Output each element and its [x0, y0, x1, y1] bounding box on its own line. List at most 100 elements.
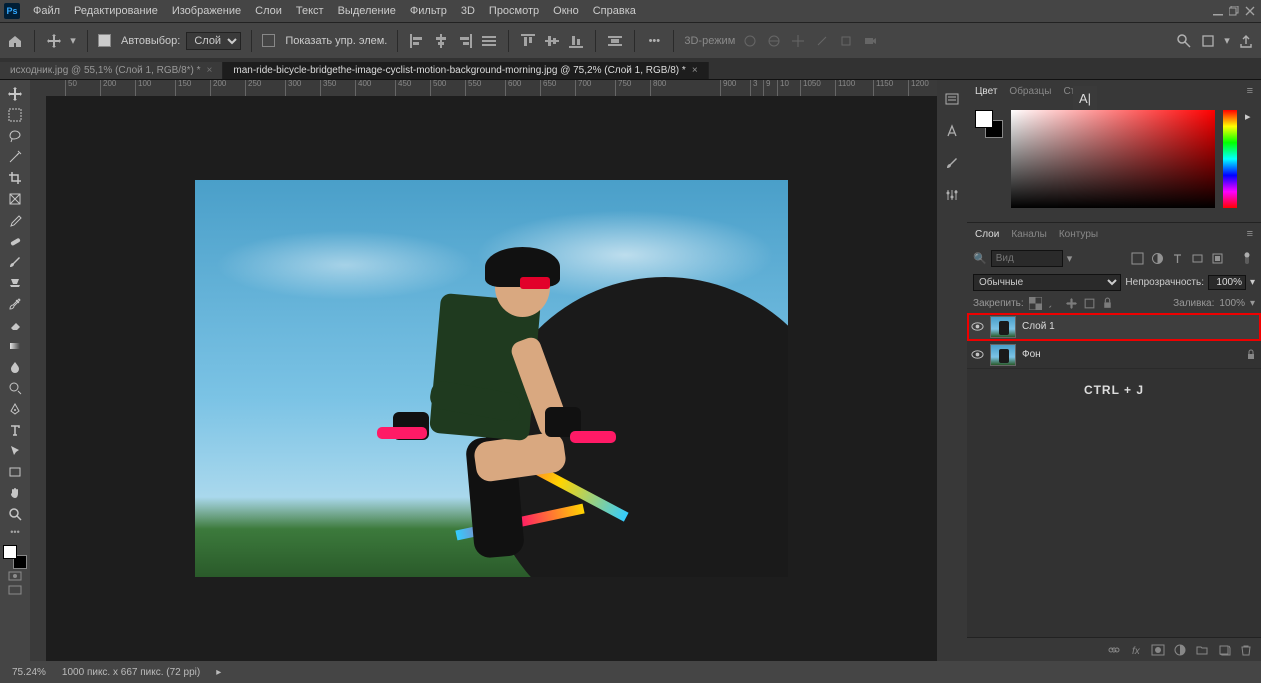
- opacity-value[interactable]: 100%: [1208, 275, 1246, 290]
- healing-brush-tool-icon[interactable]: [2, 231, 28, 251]
- tab-close-icon[interactable]: ×: [692, 65, 698, 76]
- group-icon[interactable]: [1195, 643, 1209, 657]
- color-swatches[interactable]: [3, 545, 27, 569]
- menu-window[interactable]: Окно: [546, 0, 586, 22]
- adjustments-panel-icon[interactable]: [943, 186, 961, 204]
- lock-transparent-icon[interactable]: [1029, 297, 1042, 310]
- hue-slider[interactable]: [1223, 110, 1237, 208]
- lasso-tool-icon[interactable]: [2, 126, 28, 146]
- dodge-tool-icon[interactable]: [2, 378, 28, 398]
- document-tab[interactable]: исходник.jpg @ 55,1% (Слой 1, RGB/8*) * …: [0, 62, 223, 79]
- window-minimize-icon[interactable]: [1209, 6, 1225, 16]
- new-layer-icon[interactable]: [1217, 643, 1231, 657]
- crop-tool-icon[interactable]: [2, 168, 28, 188]
- ruler-horizontal[interactable]: 50 200 100 150 200 250 300 350 400 450 5…: [30, 80, 937, 96]
- opacity-flyout-icon[interactable]: ▾: [1250, 277, 1255, 288]
- align-right-icon[interactable]: [456, 32, 474, 50]
- layer-name[interactable]: Фон: [1022, 349, 1041, 360]
- delete-layer-icon[interactable]: [1239, 643, 1253, 657]
- distribute-icon[interactable]: [606, 32, 624, 50]
- window-close-icon[interactable]: [1241, 6, 1257, 16]
- filter-type-icon[interactable]: [1169, 250, 1185, 266]
- artboard-flyout-icon[interactable]: ▾: [1223, 32, 1231, 50]
- move-tool-icon[interactable]: [45, 32, 63, 50]
- panel-menu-icon[interactable]: ≡: [1247, 85, 1253, 97]
- layer-row[interactable]: Фон: [967, 341, 1261, 369]
- menu-text[interactable]: Текст: [289, 0, 331, 22]
- 3d-scale-icon[interactable]: [837, 32, 855, 50]
- character-panel-icon[interactable]: [943, 122, 961, 140]
- align-vcenter-icon[interactable]: [543, 32, 561, 50]
- align-top-icon[interactable]: [519, 32, 537, 50]
- document-info[interactable]: 1000 пикс. x 667 пикс. (72 ppi): [62, 667, 200, 678]
- filter-shape-icon[interactable]: [1189, 250, 1205, 266]
- clone-stamp-tool-icon[interactable]: [2, 273, 28, 293]
- pen-tool-icon[interactable]: [2, 399, 28, 419]
- share-icon[interactable]: [1237, 32, 1255, 50]
- color-field-picker[interactable]: [1011, 110, 1215, 208]
- brush-tool-icon[interactable]: [2, 252, 28, 272]
- 3d-roll-icon[interactable]: [765, 32, 783, 50]
- blend-mode-select[interactable]: Обычные: [973, 274, 1121, 291]
- adjustment-layer-icon[interactable]: [1173, 643, 1187, 657]
- panel-menu-icon[interactable]: ≡: [1247, 228, 1253, 240]
- more-options-icon[interactable]: •••: [645, 32, 663, 50]
- menu-view[interactable]: Просмотр: [482, 0, 546, 22]
- tab-close-icon[interactable]: ×: [207, 65, 213, 76]
- 3d-camera-icon[interactable]: [861, 32, 879, 50]
- type-tool-icon[interactable]: [2, 420, 28, 440]
- move-flyout-icon[interactable]: ▾: [69, 32, 77, 50]
- filter-adjustment-icon[interactable]: [1149, 250, 1165, 266]
- fill-flyout-icon[interactable]: ▾: [1250, 298, 1255, 309]
- align-justify-icon[interactable]: [480, 32, 498, 50]
- lock-position-icon[interactable]: [1065, 297, 1078, 310]
- show-controls-checkbox[interactable]: [262, 34, 275, 47]
- rectangle-tool-icon[interactable]: [2, 462, 28, 482]
- filter-dropdown-icon[interactable]: ▾: [1067, 252, 1073, 265]
- align-hcenter-icon[interactable]: [432, 32, 450, 50]
- menu-help[interactable]: Справка: [586, 0, 643, 22]
- panel-tab-paths[interactable]: Контуры: [1059, 226, 1098, 243]
- menu-filter[interactable]: Фильтр: [403, 0, 454, 22]
- visibility-eye-icon[interactable]: [971, 320, 984, 333]
- artboard-icon[interactable]: [1199, 32, 1217, 50]
- autoselect-checkbox[interactable]: [98, 34, 111, 47]
- lock-pixels-icon[interactable]: [1047, 297, 1060, 310]
- brushes-panel-icon[interactable]: [943, 154, 961, 172]
- panel-tab-swatches[interactable]: Образцы: [1009, 83, 1051, 100]
- autoselect-target-select[interactable]: Слой: [186, 32, 241, 50]
- menu-image[interactable]: Изображение: [165, 0, 248, 22]
- filter-smart-icon[interactable]: [1209, 250, 1225, 266]
- align-bottom-icon[interactable]: [567, 32, 585, 50]
- hand-tool-icon[interactable]: [2, 483, 28, 503]
- screen-mode-icon[interactable]: [2, 583, 28, 597]
- hue-slider-arrow-icon[interactable]: ▸: [1245, 110, 1253, 123]
- layer-filter-input[interactable]: [991, 250, 1063, 267]
- lock-artboard-icon[interactable]: [1083, 297, 1096, 310]
- menu-select[interactable]: Выделение: [331, 0, 403, 22]
- lock-all-icon[interactable]: [1101, 297, 1114, 310]
- status-flyout-icon[interactable]: ▸: [216, 667, 221, 678]
- layer-mask-icon[interactable]: [1151, 643, 1165, 657]
- ruler-vertical[interactable]: [30, 96, 46, 661]
- home-icon[interactable]: [6, 32, 24, 50]
- history-panel-icon[interactable]: [943, 90, 961, 108]
- zoom-tool-icon[interactable]: [2, 504, 28, 524]
- color-fgbg-swatch[interactable]: [975, 110, 1003, 138]
- 3d-slide-icon[interactable]: [813, 32, 831, 50]
- eyedropper-tool-icon[interactable]: [2, 210, 28, 230]
- layer-style-icon[interactable]: fx: [1129, 643, 1143, 657]
- align-left-icon[interactable]: [408, 32, 426, 50]
- magic-wand-tool-icon[interactable]: [2, 147, 28, 167]
- path-selection-tool-icon[interactable]: [2, 441, 28, 461]
- menu-3d[interactable]: 3D: [454, 0, 482, 22]
- eraser-tool-icon[interactable]: [2, 315, 28, 335]
- search-icon[interactable]: [1175, 32, 1193, 50]
- panel-tab-channels[interactable]: Каналы: [1011, 226, 1047, 243]
- quick-mask-icon[interactable]: [2, 569, 28, 583]
- layer-name[interactable]: Слой 1: [1022, 321, 1055, 332]
- panel-tab-layers[interactable]: Слои: [975, 226, 999, 243]
- menu-layers[interactable]: Слои: [248, 0, 289, 22]
- menu-file[interactable]: Файл: [26, 0, 67, 22]
- blur-tool-icon[interactable]: [2, 357, 28, 377]
